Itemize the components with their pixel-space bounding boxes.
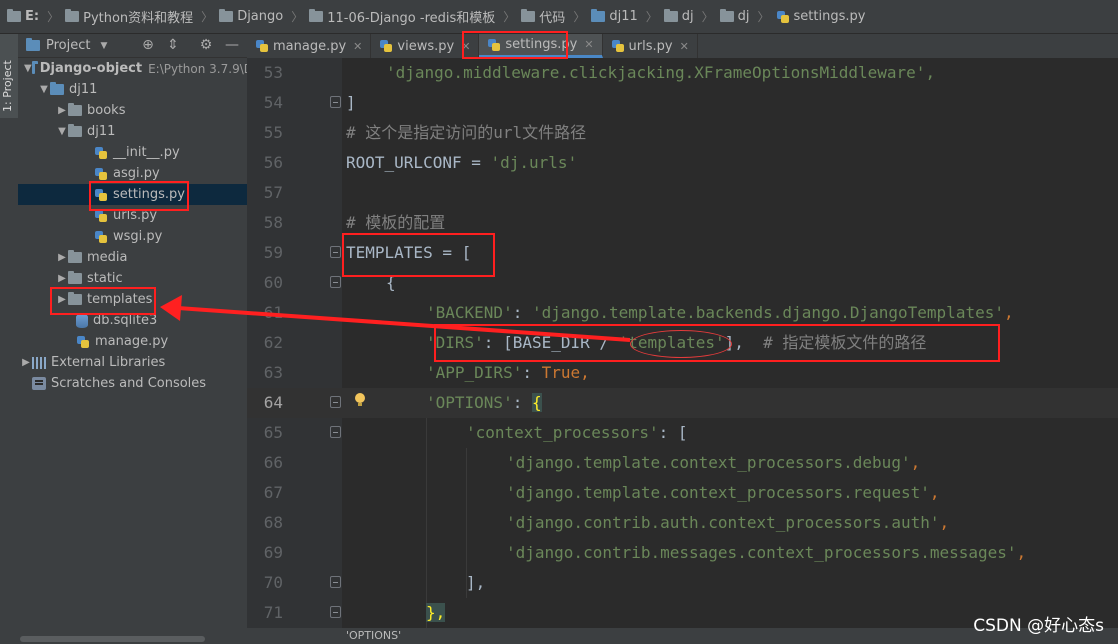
folder-icon [31, 61, 38, 74]
expanded-arrow-icon: ▼ [58, 126, 66, 137]
breadcrumb-item[interactable]: Python资料和教程〉 [62, 7, 216, 26]
library-icon [32, 356, 46, 369]
collapsed-arrow-icon: ▶ [58, 105, 66, 116]
code-line[interactable]: 53'django.middleware.clickjacking.XFrame… [247, 58, 1118, 88]
fold-icon[interactable] [330, 396, 341, 408]
breadcrumb-item[interactable]: dj11 〉 [588, 8, 660, 25]
code-line[interactable]: 54] [247, 88, 1118, 118]
python-file-icon [379, 39, 393, 53]
folder-icon [68, 271, 82, 284]
code-line[interactable]: 69'django.contrib.messages.context_proce… [247, 538, 1118, 568]
fold-icon[interactable] [330, 606, 341, 618]
code-line[interactable]: 56 ROOT_URLCONF = 'dj.urls' [247, 148, 1118, 178]
python-file-icon [611, 39, 625, 53]
folder-icon [68, 103, 82, 116]
folder-icon [719, 9, 734, 22]
folder-icon [65, 9, 80, 22]
editor-tab-bar: manage.py ✕ views.py ✕ settings.py ✕ urls.p… [247, 34, 1118, 59]
navigation-breadcrumb: E: 〉 Python资料和教程〉 Django 〉 11-06-Django -r… [0, 0, 1118, 34]
python-file-icon [94, 146, 108, 160]
breadcrumb-item[interactable]: dj 〉 [717, 8, 773, 25]
horizontal-scrollbar[interactable] [18, 634, 247, 644]
collapsed-arrow-icon: ▶ [58, 273, 66, 284]
tree-item-static[interactable]: ▶ static [18, 268, 247, 289]
gear-icon[interactable]: ⚙ [198, 37, 214, 53]
project-panel: Project ▼ ⊕ ⇕ ⚙ — ▼ Django-object E:\Pytho… [18, 34, 247, 644]
close-icon[interactable]: ✕ [584, 38, 593, 51]
tree-item-manage[interactable]: manage.py [18, 331, 247, 352]
folder-icon [309, 9, 324, 22]
fold-icon[interactable] [330, 96, 341, 108]
code-line[interactable]: 70], [247, 568, 1118, 598]
tree-item-external-libraries[interactable]: ▶ External Libraries [18, 352, 247, 373]
tree-item-dj11-package[interactable]: ▼ dj11 [18, 121, 247, 142]
tree-item-dj11[interactable]: ▼ dj11 [18, 79, 247, 100]
code-line[interactable]: 67'django.template.context_processors.re… [247, 478, 1118, 508]
collapse-all-icon[interactable]: ⇕ [165, 37, 181, 53]
highlight-settings-file [89, 181, 189, 211]
breadcrumb-item[interactable]: Django 〉 [216, 8, 306, 25]
code-line[interactable]: 55 # 这个是指定访问的url文件路径 [247, 118, 1118, 148]
tree-item-wsgi[interactable]: wsgi.py [18, 226, 247, 247]
python-file-icon [776, 10, 790, 24]
folder-icon [68, 124, 82, 137]
folder-icon [68, 250, 82, 263]
tree-item-init[interactable]: __init__.py [18, 142, 247, 163]
tree-item-books[interactable]: ▶ books [18, 100, 247, 121]
code-line-current[interactable]: 64 'OPTIONS': { [247, 388, 1118, 418]
folder-icon [7, 9, 21, 22]
project-tool-tab[interactable]: 1: Project [0, 34, 18, 118]
lightbulb-icon[interactable] [355, 393, 365, 407]
project-icon [26, 38, 40, 51]
python-file-icon [76, 335, 90, 349]
code-line[interactable]: 63 'APP_DIRS': True, [247, 358, 1118, 388]
breadcrumb-item[interactable]: 11-06-Django -redis和模板〉 [306, 7, 518, 26]
minimize-icon[interactable]: — [224, 37, 240, 53]
close-icon[interactable]: ✕ [353, 40, 362, 53]
project-view-selector[interactable]: Project ▼ [26, 38, 107, 53]
code-line[interactable]: 65'context_processors': [ [247, 418, 1118, 448]
expanded-arrow-icon: ▼ [24, 63, 32, 74]
folder-icon [663, 9, 678, 22]
folder-icon [521, 9, 536, 22]
python-file-icon [94, 230, 108, 244]
breadcrumb-item-drive[interactable]: E: 〉 [4, 8, 62, 25]
fold-icon[interactable] [330, 576, 341, 588]
tree-item-scratches[interactable]: Scratches and Consoles [18, 373, 247, 394]
tree-item-project-root[interactable]: ▼ Django-object E:\Python 3.7.9\D [18, 58, 247, 79]
code-line[interactable]: 68'django.contrib.auth.context_processor… [247, 508, 1118, 538]
project-panel-header: Project ▼ ⊕ ⇕ ⚙ — [18, 34, 247, 58]
highlight-templates-setting [342, 233, 495, 277]
folder-icon [591, 9, 606, 22]
breadcrumb-item[interactable]: 代码〉 [518, 7, 588, 26]
code-line[interactable]: 57 [247, 178, 1118, 208]
tool-window-strip: 1: Project [0, 34, 19, 644]
database-icon [76, 313, 88, 328]
breadcrumb-item[interactable]: dj 〉 [661, 8, 717, 25]
fold-icon[interactable] [330, 246, 341, 258]
collapsed-arrow-icon: ▶ [22, 357, 30, 368]
locate-icon[interactable]: ⊕ [140, 37, 156, 53]
tree-item-media[interactable]: ▶ media [18, 247, 247, 268]
highlight-templates-folder [50, 287, 156, 315]
fold-icon[interactable] [330, 276, 341, 288]
highlight-settings-tab [462, 31, 568, 59]
folder-icon [50, 82, 64, 95]
expanded-arrow-icon: ▼ [40, 84, 48, 95]
tab-manage[interactable]: manage.py ✕ [247, 34, 372, 58]
collapsed-arrow-icon: ▶ [58, 252, 66, 263]
scratches-icon [32, 377, 46, 390]
tab-urls[interactable]: urls.py ✕ [603, 34, 698, 58]
chevron-down-icon: ▼ [100, 40, 108, 51]
close-icon[interactable]: ✕ [680, 40, 689, 53]
python-file-icon [94, 167, 108, 181]
breadcrumb-item-file[interactable]: settings.py [773, 9, 869, 24]
code-line[interactable]: 66'django.template.context_processors.de… [247, 448, 1118, 478]
python-file-icon [255, 39, 269, 53]
scrollbar-thumb[interactable] [20, 636, 205, 642]
folder-icon [219, 9, 234, 22]
fold-icon[interactable] [330, 426, 341, 438]
watermark: CSDN @好心态s [973, 616, 1104, 636]
highlight-templates-string [630, 330, 732, 358]
